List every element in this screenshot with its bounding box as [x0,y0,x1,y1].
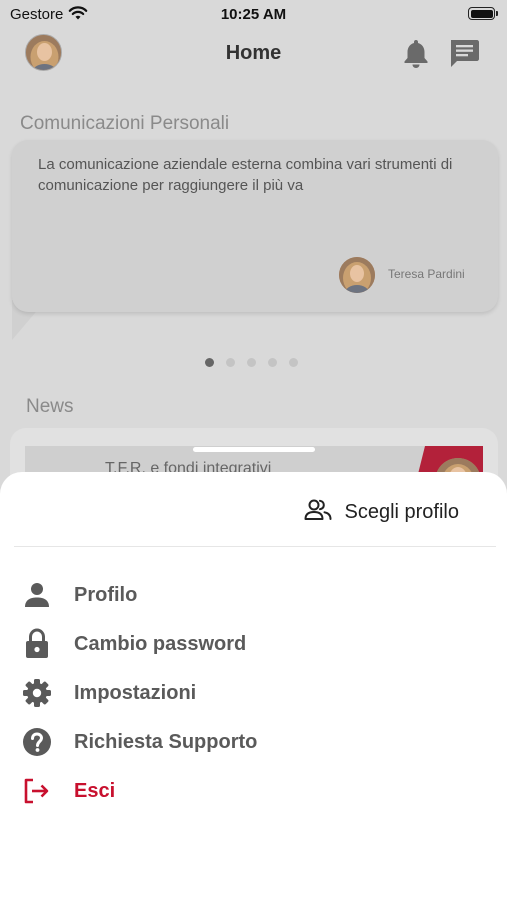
top-bar: Home [0,30,507,78]
menu-item-label: Cambio password [74,632,247,655]
lock-icon [22,628,52,659]
communication-card[interactable]: La comunicazione aziendale esterna combi… [12,140,498,312]
pagination-dot[interactable] [226,358,235,367]
person-icon [22,580,52,610]
choose-profile-button[interactable]: Scegli profilo [304,498,459,527]
communication-text: La comunicazione aziendale esterna combi… [38,156,453,194]
pagination-dot[interactable] [247,358,256,367]
author-avatar [339,257,375,293]
menu-item-support[interactable]: Richiesta Supporto [22,722,257,762]
status-bar: Gestore 10:25 AM [0,0,507,30]
choose-profile-label: Scegli profilo [344,501,459,523]
menu-item-profile[interactable]: Profilo [22,575,137,615]
clock: 10:25 AM [220,6,287,23]
pagination-dot[interactable] [268,358,277,367]
page-title: Home [225,42,282,64]
author-name: Teresa Pardini [388,267,465,281]
pagination-dot[interactable] [205,358,214,367]
help-icon [22,727,52,757]
logout-icon [22,776,52,806]
menu-item-logout[interactable]: Esci [22,771,115,811]
profile-menu-sheet: Scegli profilo Profilo Cambio password I… [0,472,507,900]
sheet-handle[interactable] [193,447,315,452]
bell-icon[interactable] [402,38,430,73]
menu-item-settings[interactable]: Impostazioni [22,673,196,713]
gear-icon [22,678,52,708]
menu-item-label: Richiesta Supporto [74,730,258,753]
carousel-pagination [205,358,298,367]
menu-item-label: Impostazioni [74,681,197,704]
switch-profile-icon [304,498,332,527]
battery-icon [468,7,498,20]
pagination-dot[interactable] [289,358,298,367]
menu-item-change-password[interactable]: Cambio password [22,624,246,664]
menu-item-label: Esci [74,779,116,802]
section-title-news: News [26,396,74,417]
menu-item-label: Profilo [74,583,138,606]
chat-icon[interactable] [448,37,480,74]
divider [14,546,496,547]
section-title-personal-comms: Comunicazioni Personali [20,113,230,134]
